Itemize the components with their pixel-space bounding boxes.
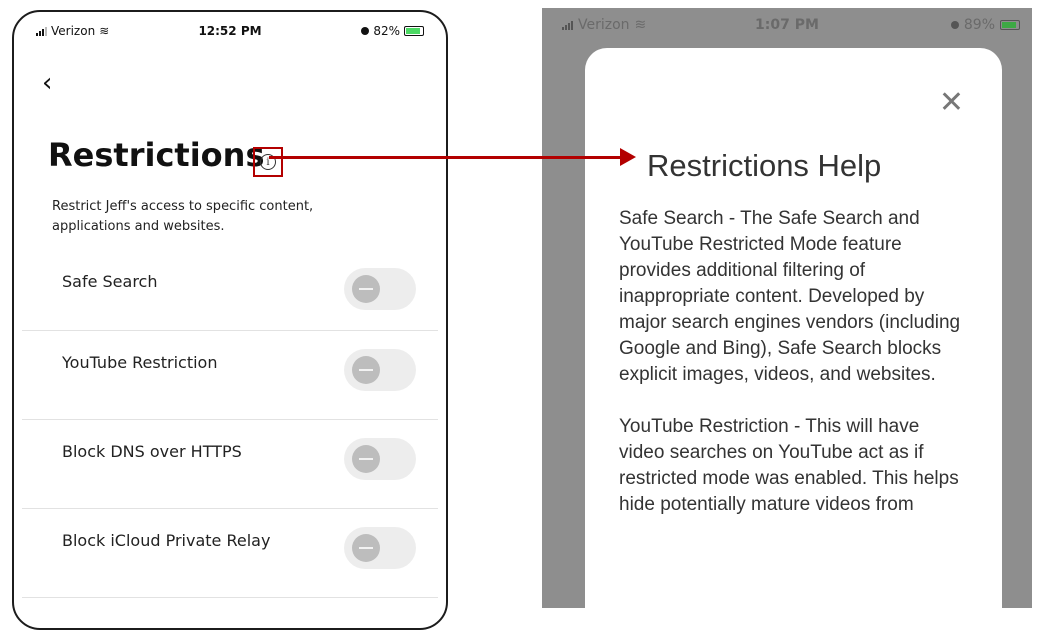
safe-search-toggle[interactable]	[344, 268, 416, 310]
help-body: Safe Search - The Safe Search and YouTub…	[619, 206, 969, 544]
list-item: YouTube Restriction	[22, 331, 438, 420]
annotation-arrow-line	[269, 156, 625, 159]
battery-percent: 89%	[963, 17, 995, 33]
battery-status: 82%	[361, 24, 424, 38]
page-subtitle: Restrict Jeff's access to specific conte…	[52, 199, 314, 234]
help-modal: ✕ Restrictions Help Safe Search - The Sa…	[585, 48, 1002, 608]
help-title: Restrictions Help	[647, 148, 882, 183]
list-item: Block iCloud Private Relay	[22, 509, 438, 598]
status-bar: Verizon ≋ 12:52 PM 82%	[14, 12, 446, 52]
toggle-knob	[352, 445, 380, 473]
alarm-icon	[950, 21, 959, 29]
toggle-knob	[352, 275, 380, 303]
back-chevron-icon[interactable]: ‹	[42, 70, 52, 96]
block-dns-label: Block DNS over HTTPS	[62, 442, 242, 461]
block-dns-toggle[interactable]	[344, 438, 416, 480]
restriction-list: Safe Search YouTube Restriction Block DN…	[22, 250, 438, 598]
youtube-restriction-label: YouTube Restriction	[62, 353, 218, 372]
block-icloud-relay-label: Block iCloud Private Relay	[62, 531, 271, 550]
annotation-arrow-head	[620, 148, 636, 166]
help-screen: Verizon ≋ 1:07 PM 89% ✕ Restrictions Hel…	[542, 8, 1032, 608]
info-button[interactable]: i	[253, 147, 283, 177]
page-title: Restrictions	[48, 136, 265, 174]
block-icloud-relay-toggle[interactable]	[344, 527, 416, 569]
toggle-knob	[352, 356, 380, 384]
battery-icon	[404, 26, 424, 36]
battery-icon	[1000, 20, 1020, 30]
youtube-restriction-toggle[interactable]	[344, 349, 416, 391]
help-paragraph-youtube: YouTube Restriction - This will have vid…	[619, 416, 959, 515]
help-paragraph-safe-search: Safe Search - The Safe Search and YouTub…	[619, 208, 961, 385]
status-bar: Verizon ≋ 1:07 PM 89%	[542, 8, 1032, 44]
safe-search-label: Safe Search	[62, 272, 158, 291]
restrictions-screen: Verizon ≋ 12:52 PM 82% ‹ Restrictions i …	[12, 10, 448, 630]
battery-status: 89%	[950, 17, 1020, 33]
close-icon[interactable]: ✕	[939, 88, 964, 118]
toggle-knob	[352, 534, 380, 562]
list-item: Block DNS over HTTPS	[22, 420, 438, 509]
alarm-icon	[361, 27, 370, 35]
battery-percent: 82%	[373, 24, 400, 38]
list-item: Safe Search	[22, 250, 438, 331]
